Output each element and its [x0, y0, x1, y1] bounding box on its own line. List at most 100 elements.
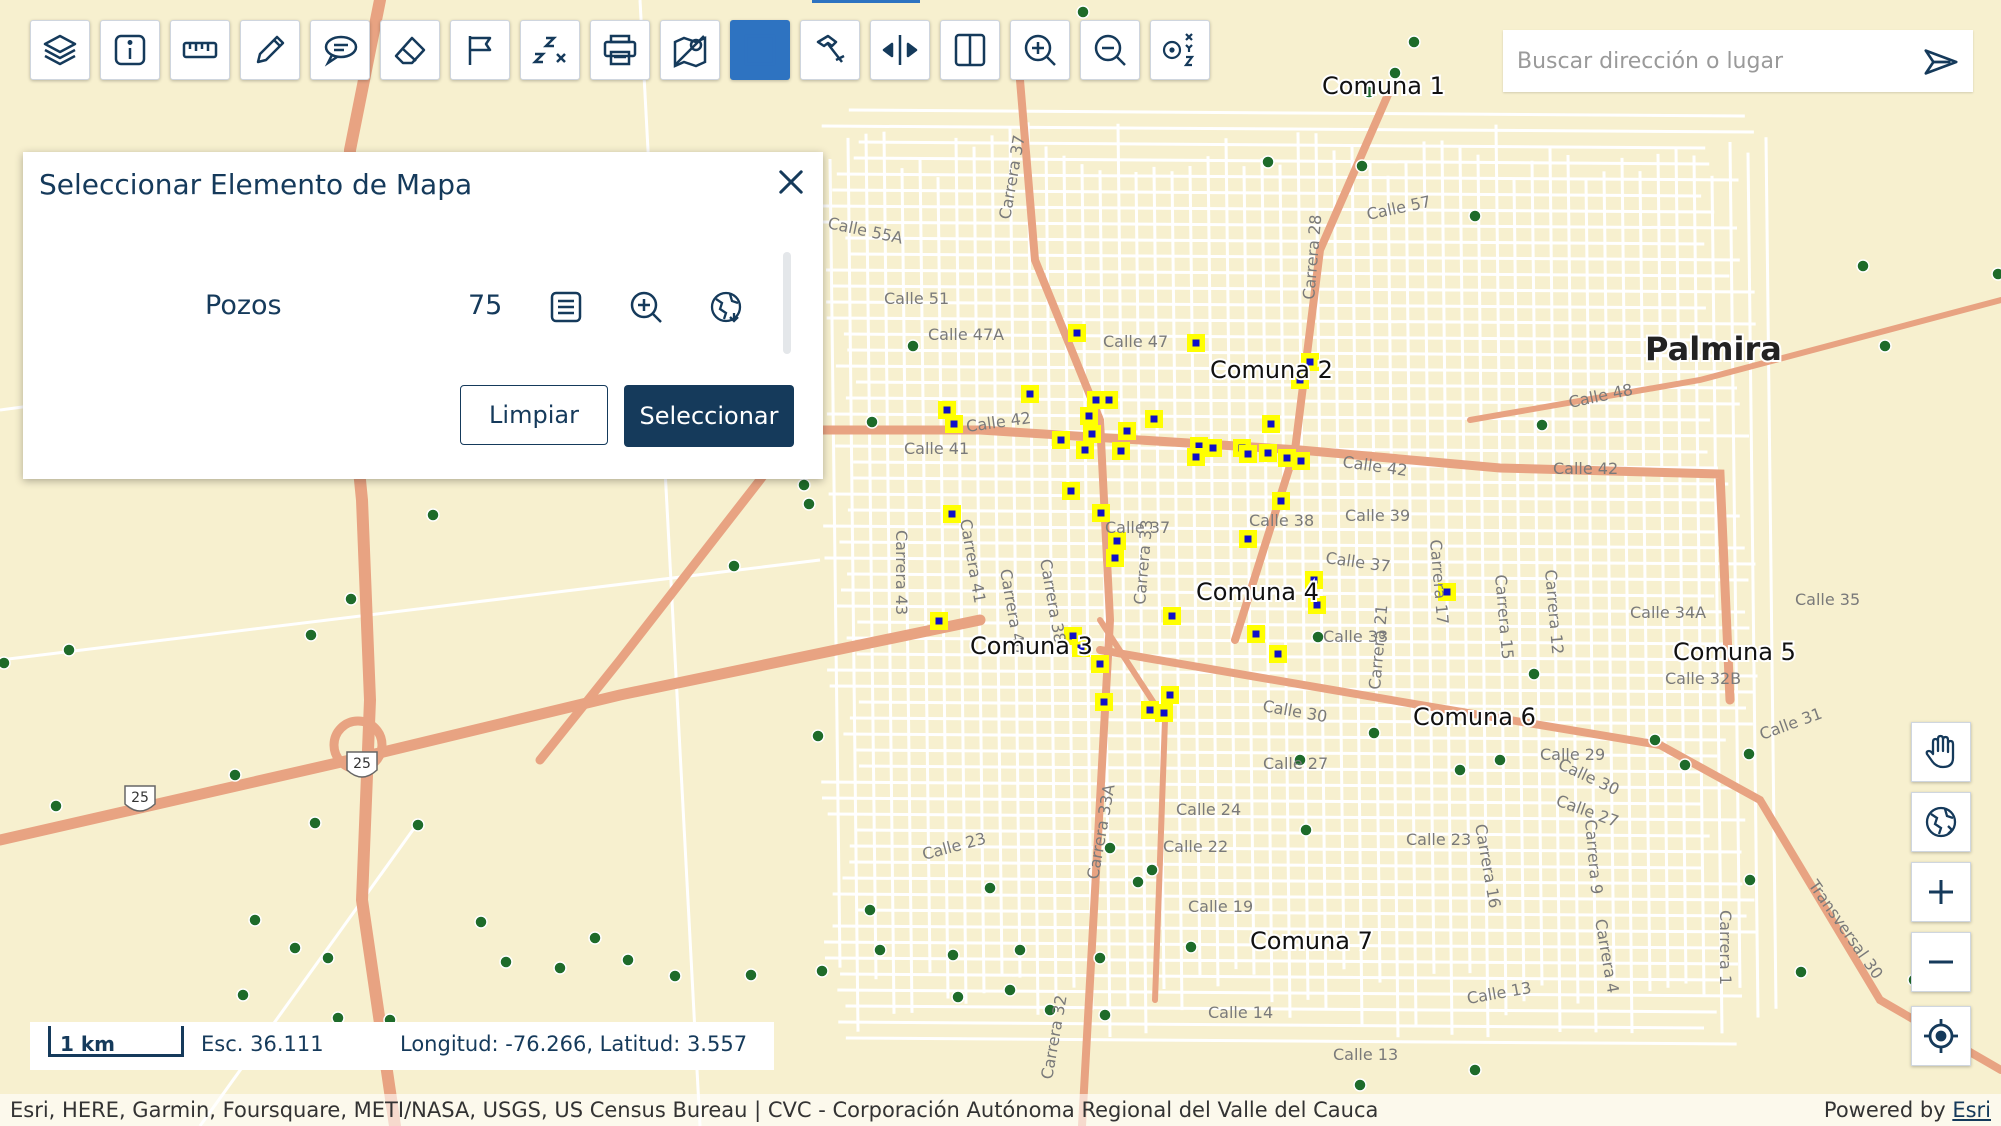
panel-scrollbar[interactable]: [783, 252, 791, 354]
well-point: [228, 768, 242, 782]
selected-well-core: [1117, 447, 1125, 455]
zoom-in-icon: [1024, 34, 1056, 66]
coordinates-button[interactable]: [520, 20, 580, 80]
globe-icon: [1925, 806, 1957, 838]
layers-button[interactable]: [30, 20, 90, 80]
well-point: [983, 881, 997, 895]
well-point: [321, 951, 335, 965]
eraser-icon: [394, 36, 426, 65]
basemap-button[interactable]: [1911, 792, 1971, 852]
well-point: [1878, 339, 1892, 353]
flag-button[interactable]: [450, 20, 510, 80]
selected-well-core: [1168, 612, 1176, 620]
well-point: [426, 508, 440, 522]
speech-bubble-icon: [324, 35, 358, 67]
city-label: Palmira: [1645, 330, 1782, 368]
powered-by-prefix: Powered by: [1823, 1098, 1946, 1122]
selected-well-core: [1081, 446, 1089, 454]
selected-well-core: [1073, 329, 1081, 337]
street-label: Calle 51: [884, 289, 949, 308]
street-label: Calle 29: [1540, 745, 1605, 764]
svg-text:25: 25: [353, 756, 371, 772]
print-button[interactable]: [590, 20, 650, 80]
selected-well-core: [1096, 660, 1104, 668]
clear-button[interactable]: Limpiar: [460, 385, 608, 445]
info-button[interactable]: [100, 20, 160, 80]
zoom-to-layer-button[interactable]: [623, 284, 669, 330]
select-button-submit[interactable]: Seleccionar: [624, 385, 794, 447]
compare-button[interactable]: [940, 20, 1000, 80]
annotate-button[interactable]: [310, 20, 370, 80]
highway-shield: 25: [124, 785, 156, 812]
zoom-in-button[interactable]: [1911, 862, 1971, 922]
well-point: [668, 969, 682, 983]
well-point: [1678, 758, 1692, 772]
well-point: [1527, 667, 1541, 681]
xyz-icon: [1162, 33, 1195, 67]
layer-name: Pozos: [205, 290, 282, 321]
export-layer-button[interactable]: [703, 284, 749, 330]
erase-button[interactable]: [380, 20, 440, 80]
well-point: [1013, 943, 1027, 957]
selected-well-core: [1192, 339, 1200, 347]
selected-well-core: [948, 510, 956, 518]
selected-well-core: [1097, 509, 1105, 517]
well-point: [411, 818, 425, 832]
search-input[interactable]: [1515, 47, 1909, 75]
well-point: [474, 915, 488, 929]
well-point: [802, 497, 816, 511]
selected-well-core: [1113, 537, 1121, 545]
highway-shield: 25: [346, 751, 378, 778]
zoom-out-button[interactable]: [1911, 932, 1971, 992]
well-point: [62, 643, 76, 657]
selected-well-core: [950, 420, 958, 428]
printer-icon: [603, 34, 637, 66]
search-button[interactable]: [1921, 42, 1961, 82]
street-label: Calle 23: [1406, 830, 1471, 849]
scale-label: 1 km: [60, 1032, 116, 1056]
minus-icon: [1929, 960, 1953, 964]
panel-title: Seleccionar Elemento de Mapa: [39, 168, 473, 201]
well-point: [873, 943, 887, 957]
select-icon: [744, 34, 776, 66]
view-table-button[interactable]: [543, 284, 589, 330]
street-label: Calle 35: [1795, 590, 1860, 609]
draw-button[interactable]: [240, 20, 300, 80]
well-point: [621, 953, 635, 967]
select-button[interactable]: [730, 20, 790, 80]
pan-button[interactable]: [1911, 722, 1971, 782]
selected-well-core: [1209, 444, 1217, 452]
street-label: Calle 19: [1188, 897, 1253, 916]
hammer-button[interactable]: [800, 20, 860, 80]
street-label: Calle 41: [904, 439, 969, 458]
zoom-in-tool-button[interactable]: [1010, 20, 1070, 80]
well-point: [1003, 983, 1017, 997]
comuna-label: Comuna 1: [1322, 72, 1445, 100]
well-point: [0, 656, 11, 670]
street-label: Calle 22: [1163, 837, 1228, 856]
selected-well-core: [1092, 396, 1100, 404]
well-point: [1131, 875, 1145, 889]
zoom-out-tool-button[interactable]: [1080, 20, 1140, 80]
well-point: [865, 415, 879, 429]
selected-well-core: [1057, 436, 1065, 444]
street-label: Calle 27: [1263, 754, 1328, 773]
locate-button[interactable]: [1911, 1006, 1971, 1066]
globe-download-icon: [710, 291, 742, 323]
close-panel-button[interactable]: [771, 162, 811, 202]
selected-well-core: [1111, 554, 1119, 562]
hand-icon: [1925, 734, 1955, 769]
street-label: Calle 47: [1103, 332, 1168, 351]
location-off-button[interactable]: [660, 20, 720, 80]
well-point: [1098, 1008, 1112, 1022]
flag-icon: [468, 36, 492, 65]
xyz-button[interactable]: [1150, 20, 1210, 80]
comuna-label: Comuna 2: [1210, 356, 1333, 384]
well-point: [1991, 267, 2001, 281]
measure-button[interactable]: [170, 20, 230, 80]
street-label: Calle 13: [1333, 1045, 1398, 1064]
comuna-label: Comuna 3: [970, 632, 1093, 660]
swipe-button[interactable]: [870, 20, 930, 80]
esri-link[interactable]: Esri: [1952, 1098, 1991, 1122]
well-point: [744, 968, 758, 982]
